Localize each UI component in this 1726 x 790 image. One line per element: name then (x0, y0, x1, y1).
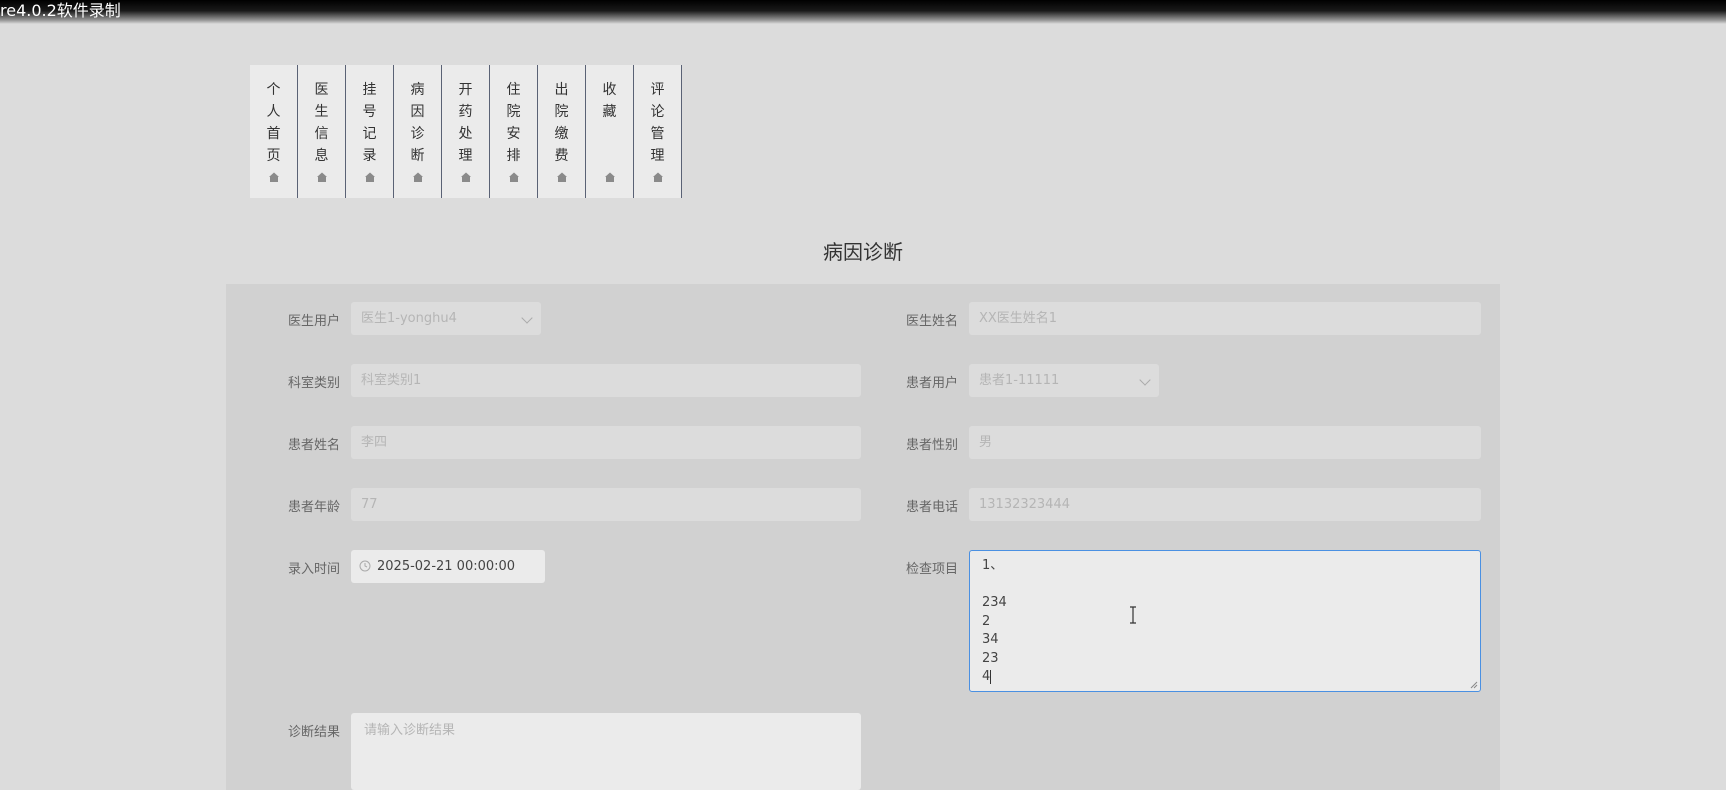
department-label: 科室类别 (287, 376, 340, 391)
chevron-down-icon (1139, 374, 1151, 386)
patient-gender-value: 男 (979, 435, 993, 450)
exam-items-value: 1、 234 2 34 23 4 (982, 558, 1007, 684)
nav-tab-doctor-info[interactable]: 医生信息 (298, 65, 346, 198)
home-icon (605, 172, 615, 182)
department-value: 科室类别1 (361, 373, 422, 388)
nav-tab-discharge-payment[interactable]: 出院缴费 (538, 65, 586, 198)
nav-tab-diagnosis[interactable]: 病因诊断 (394, 65, 442, 198)
home-icon (653, 172, 663, 182)
text-cursor-icon (1130, 606, 1136, 624)
top-nav: 个人首页 医生信息 挂号记录 病因诊断 开药处理 住院安排 出院缴费 收藏 评论… (250, 65, 682, 198)
home-icon (317, 172, 327, 182)
diagnosis-placeholder: 请输入诊断结果 (364, 723, 456, 738)
nav-tab-label: 个人首页 (266, 82, 281, 164)
home-icon (269, 172, 279, 182)
nav-tab-label: 挂号记录 (362, 82, 377, 164)
resize-handle-icon[interactable] (1470, 681, 1478, 689)
patient-phone-value: 13132323444 (979, 497, 1070, 512)
nav-tab-label: 病因诊断 (410, 82, 425, 164)
patient-user-label: 患者用户 (905, 376, 958, 391)
patient-user-value: 患者1-11111 (979, 373, 1060, 388)
home-icon (461, 172, 471, 182)
nav-tab-label: 评论管理 (650, 82, 665, 164)
clock-icon (359, 560, 371, 572)
entry-time-picker[interactable]: 2025-02-21 00:00:00 (351, 550, 545, 583)
page-title: 病因诊断 (823, 240, 903, 264)
nav-tab-comments[interactable]: 评论管理 (634, 65, 682, 198)
nav-tab-label: 出院缴费 (554, 82, 569, 164)
doctor-user-select[interactable]: 医生1-yonghu4 (351, 302, 541, 335)
nav-tab-prescription[interactable]: 开药处理 (442, 65, 490, 198)
patient-user-select[interactable]: 患者1-11111 (969, 364, 1159, 397)
window-title: re4.0.2软件录制 (0, 1, 121, 20)
patient-phone-label: 患者电话 (905, 500, 958, 515)
home-icon (509, 172, 519, 182)
patient-age-field[interactable]: 77 (351, 488, 861, 521)
exam-items-textarea[interactable]: 1、 234 2 34 23 4 (969, 550, 1481, 692)
home-icon (365, 172, 375, 182)
nav-tab-label: 住院安排 (506, 82, 521, 164)
nav-tab-label: 开药处理 (458, 82, 473, 164)
home-icon (557, 172, 567, 182)
nav-tab-home[interactable]: 个人首页 (250, 65, 298, 198)
doctor-name-field[interactable]: XX医生姓名1 (969, 302, 1481, 335)
nav-tab-label: 收藏 (602, 82, 617, 120)
patient-name-field[interactable]: 李四 (351, 426, 861, 459)
diagnosis-textarea[interactable]: 请输入诊断结果 (351, 713, 861, 790)
nav-tab-registration[interactable]: 挂号记录 (346, 65, 394, 198)
window-title-bar: re4.0.2软件录制 (0, 0, 1726, 24)
home-icon (413, 172, 423, 182)
nav-tab-label: 医生信息 (314, 82, 329, 164)
patient-gender-field[interactable]: 男 (969, 426, 1481, 459)
doctor-name-label: 医生姓名 (905, 314, 958, 329)
doctor-user-label: 医生用户 (287, 314, 340, 329)
patient-age-value: 77 (361, 497, 378, 512)
department-field[interactable]: 科室类别1 (351, 364, 861, 397)
chevron-down-icon (521, 312, 533, 324)
doctor-name-value: XX医生姓名1 (979, 311, 1058, 326)
patient-gender-label: 患者性别 (905, 438, 958, 453)
nav-tab-hospitalization[interactable]: 住院安排 (490, 65, 538, 198)
doctor-user-value: 医生1-yonghu4 (361, 311, 457, 326)
patient-age-label: 患者年龄 (287, 500, 340, 515)
text-caret (990, 669, 992, 684)
diagnosis-label: 诊断结果 (287, 725, 340, 740)
entry-time-value: 2025-02-21 00:00:00 (377, 559, 516, 574)
patient-phone-field[interactable]: 13132323444 (969, 488, 1481, 521)
exam-items-label: 检查项目 (905, 562, 958, 577)
patient-name-label: 患者姓名 (287, 438, 340, 453)
nav-tab-favorites[interactable]: 收藏 (586, 65, 634, 198)
entry-time-label: 录入时间 (287, 562, 340, 577)
patient-name-value: 李四 (361, 435, 388, 450)
